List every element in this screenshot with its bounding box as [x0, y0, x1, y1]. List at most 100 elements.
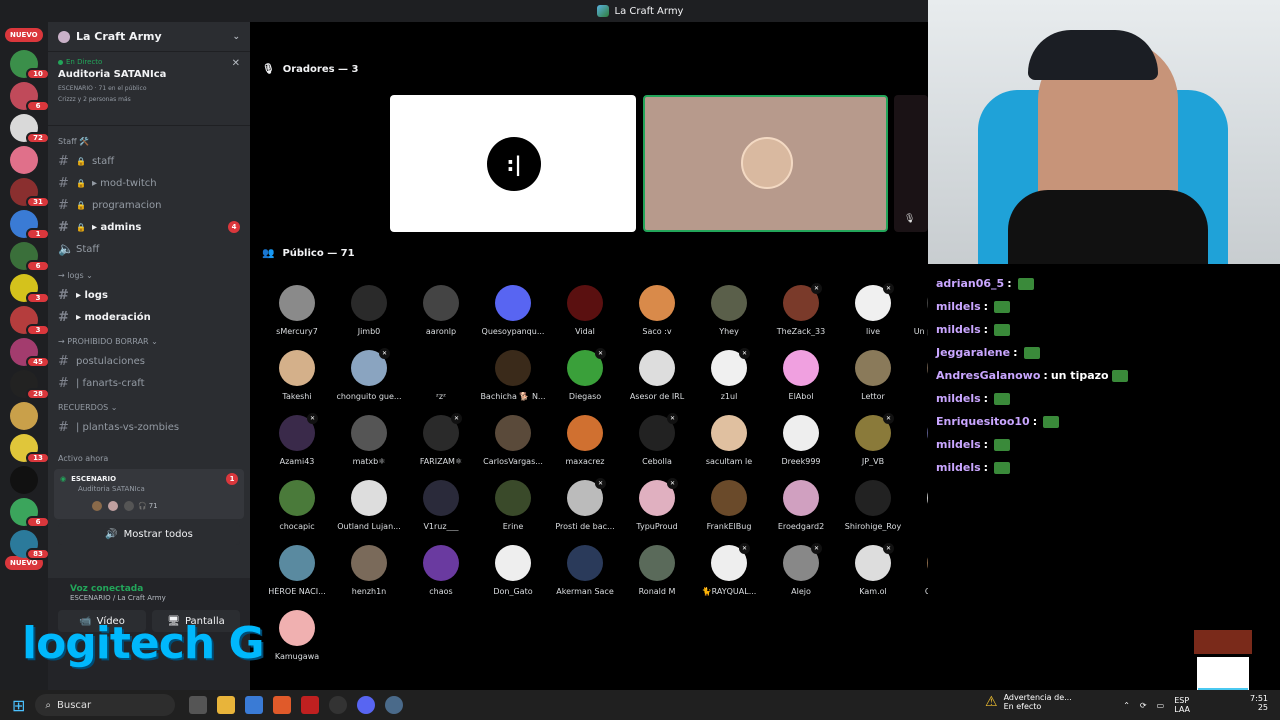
speaker-tile-partial[interactable]: 🎙 [894, 95, 928, 232]
audience-member[interactable]: Saco :v [621, 285, 693, 336]
avatar [423, 545, 459, 581]
guild-header[interactable]: La Craft Army ⌄ [48, 22, 250, 52]
channel-label: ▸ admins [91, 221, 142, 233]
live-stage-card[interactable]: En Directo Auditoria SATANIca ESCENARIO … [48, 52, 250, 126]
taskbar-search[interactable]: ⌕ Buscar [35, 694, 176, 716]
server-icon[interactable] [10, 146, 38, 174]
audience-member[interactable]: Vidal [549, 285, 621, 336]
audience-member[interactable]: Kamugawa [261, 610, 333, 661]
channel-staff-item[interactable]: 🔈 Staff [48, 238, 250, 260]
discord-icon[interactable] [357, 696, 376, 714]
audience-member[interactable]: Bachicha 🐕 N... [477, 350, 549, 401]
category-prohibido[interactable]: → PROHIBIDO BORRAR ⌄ [48, 332, 250, 350]
audience-member[interactable]: ✕ chonguito gue... [333, 348, 405, 401]
server-icon[interactable] [10, 402, 38, 430]
audience-member[interactable]: ElAbol [765, 350, 837, 401]
audience-member[interactable]: aaronlp [405, 285, 477, 336]
audience-member[interactable]: ✕ z1ul [693, 348, 765, 401]
chat-username: AndresGalanowo [936, 369, 1041, 382]
audience-member[interactable]: Quesoypanqu... [477, 285, 549, 336]
audience-member[interactable]: ✕ TypuProud [621, 478, 693, 531]
audience-member[interactable]: matxb⚛ [333, 415, 405, 466]
audience-member[interactable]: ✕ Prosti de bac... [549, 478, 621, 531]
category-staff[interactable]: Staff 🛠️ [48, 132, 250, 150]
task-view-icon[interactable] [189, 696, 208, 714]
audience-member[interactable]: CarlosVargas... [477, 415, 549, 466]
audience-member[interactable]: Asesor de IRL [621, 350, 693, 401]
audience-member[interactable]: ✕ live [837, 283, 909, 336]
new-badge[interactable]: NUEVO [5, 28, 43, 42]
chevron-up-icon[interactable]: ⌃ [1123, 701, 1130, 710]
audience-member[interactable]: Yhey [693, 285, 765, 336]
audience-member[interactable]: Erine [477, 480, 549, 531]
audience-member[interactable]: ✕ FARIZAM⚛ [405, 413, 477, 466]
audience-member[interactable]: Eroedgard2 [765, 480, 837, 531]
audience-member[interactable]: ✕ Alejo [765, 543, 837, 596]
monitor-icon[interactable]: ▭ [1157, 701, 1165, 710]
server-icon[interactable] [10, 466, 38, 494]
category-logs[interactable]: → logs ⌄ [48, 266, 250, 284]
network-icon[interactable]: ⟳ [1140, 701, 1147, 710]
weather-widget[interactable]: ⚠ Advertencia de... En efecto [985, 693, 1072, 711]
audience-member[interactable]: ✕ JP_VB [837, 413, 909, 466]
audience-member[interactable]: Ronald M [621, 545, 693, 596]
audience-member[interactable]: Shirohige_Roy [837, 480, 909, 531]
channel-prohibido-item[interactable]: # | fanarts-craft [48, 372, 250, 394]
emote-icon [994, 323, 1011, 336]
active-stage-card[interactable]: ◉ ESCENARIO 1 Auditoria SATANIca 🎧 71 [54, 469, 244, 519]
channel-staff-item[interactable]: # 🔒 staff [48, 150, 250, 172]
speaker-icon: 🔊 [105, 528, 118, 540]
audience-member[interactable]: henzh1n [333, 545, 405, 596]
audience-member[interactable]: Outland Lujan... [333, 480, 405, 531]
audience-member[interactable]: ✕ TheZack_33 [765, 283, 837, 336]
audience-member[interactable]: Takeshi [261, 350, 333, 401]
speaker-avatar [741, 137, 793, 189]
channel-staff-item[interactable]: # 🔒 ▸ mod-twitch [48, 172, 250, 194]
audience-name: HÉROE NACI... [268, 587, 326, 596]
audience-member[interactable]: ᶻzᶻ [405, 350, 477, 401]
audience-member[interactable]: sacultam le [693, 415, 765, 466]
channel-label: ▸ logs [76, 289, 108, 301]
voice-location[interactable]: ESCENARIO / La Craft Army [48, 594, 250, 602]
audience-member[interactable]: chaos [405, 545, 477, 596]
audience-member[interactable]: Jimb0 [333, 285, 405, 336]
audience-member[interactable]: Lettor [837, 350, 909, 401]
language-indicator[interactable]: ESP LAA [1174, 696, 1190, 714]
audience-member[interactable]: ✕ Kam.ol [837, 543, 909, 596]
channel-staff-item[interactable]: # 🔒 programacion [48, 194, 250, 216]
speaker-tile-active[interactable] [643, 95, 888, 232]
channel-prohibido-item[interactable]: # postulaciones [48, 350, 250, 372]
file-explorer-icon[interactable] [217, 696, 236, 714]
speaker-tile[interactable]: :| [390, 95, 636, 232]
store-icon[interactable] [245, 696, 264, 714]
windows-start-icon[interactable]: ⊞ [12, 696, 25, 715]
channel-logs-item[interactable]: # ▸ logs [48, 284, 250, 306]
audience-member[interactable]: Don_Gato [477, 545, 549, 596]
show-all-button[interactable]: 🔊 Mostrar todos [58, 523, 240, 545]
chevron-down-icon[interactable]: ⌄ [232, 32, 240, 42]
emote-icon [994, 438, 1011, 451]
brave-browser-icon[interactable] [273, 696, 292, 714]
audience-member[interactable]: chocapic [261, 480, 333, 531]
obs-icon[interactable] [329, 696, 348, 714]
app-icon[interactable] [301, 696, 320, 714]
audience-member[interactable]: maxacrez [549, 415, 621, 466]
channel-staff-item[interactable]: # 🔒 ▸ admins 4 [48, 216, 250, 238]
audience-member[interactable]: ✕ Diegaso [549, 348, 621, 401]
audience-member[interactable]: ✕ Azami43 [261, 413, 333, 466]
channel-recuerdos-item[interactable]: # | plantas-vs-zombies [48, 416, 250, 438]
clock[interactable]: 7:51 25 [1250, 694, 1268, 712]
audience-member[interactable]: FrankElBug [693, 480, 765, 531]
category-recuerdos[interactable]: RECUERDOS ⌄ [48, 398, 250, 416]
audience-member[interactable]: Dreek999 [765, 415, 837, 466]
audience-member[interactable]: sMercury7 [261, 285, 333, 336]
audience-member[interactable]: HÉROE NACI... [261, 545, 333, 596]
audience-member[interactable]: V1ruz___ [405, 480, 477, 531]
channel-logs-item[interactable]: # ▸ moderación [48, 306, 250, 328]
settings-icon[interactable] [385, 696, 404, 714]
audience-member[interactable]: ✕ 🐈RAYQUAL... [693, 543, 765, 596]
close-icon[interactable]: ✕ [232, 58, 240, 69]
audience-member[interactable]: Akerman Sace [549, 545, 621, 596]
avatar: ✕ [639, 478, 678, 516]
audience-member[interactable]: ✕ Cebolla [621, 413, 693, 466]
